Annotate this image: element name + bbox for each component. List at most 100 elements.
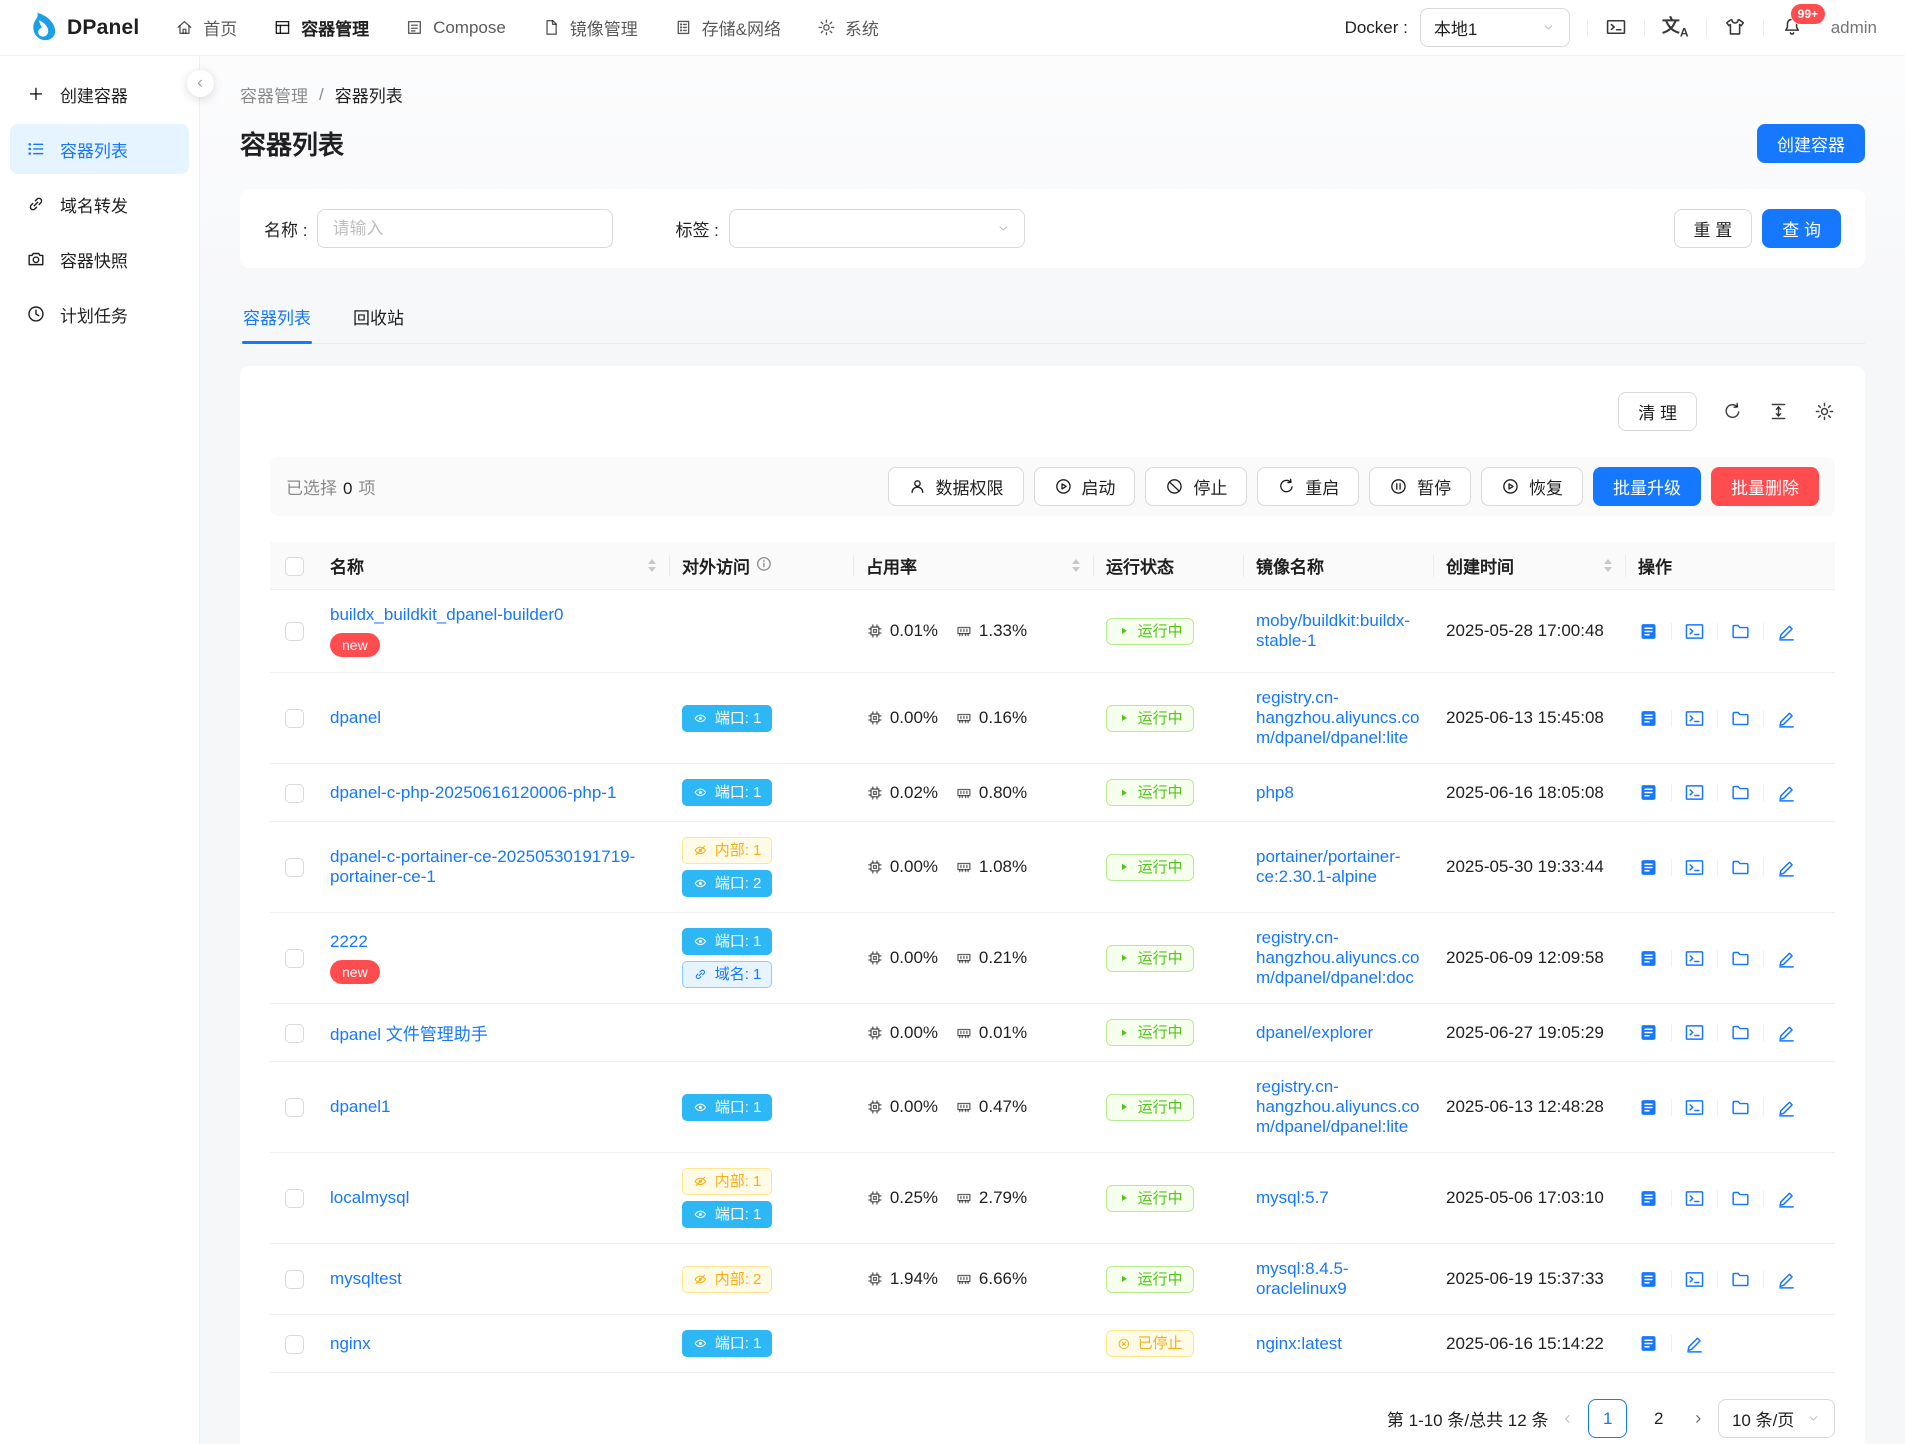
search-button[interactable]: 查 询 — [1762, 209, 1841, 248]
row-detail-icon[interactable] — [1638, 857, 1659, 878]
container-name-link[interactable]: dpanel-c-php-20250616120006-php-1 — [330, 783, 616, 802]
image-name-link[interactable]: nginx:latest — [1256, 1334, 1342, 1353]
image-name-link[interactable]: moby/buildkit:buildx-stable-1 — [1256, 611, 1410, 650]
row-checkbox[interactable] — [285, 709, 304, 728]
row-detail-icon[interactable] — [1638, 1022, 1659, 1043]
row-edit-icon[interactable] — [1776, 1097, 1797, 1118]
sidebar-collapse-button[interactable] — [187, 70, 214, 97]
access-tag-port[interactable]: 端口: 1 — [682, 928, 772, 955]
container-name-link[interactable]: buildx_buildkit_dpanel-builder0 — [330, 605, 563, 624]
access-tag-port[interactable]: 端口: 1 — [682, 1094, 772, 1121]
row-folder-icon[interactable] — [1730, 621, 1751, 642]
row-edit-icon[interactable] — [1776, 1022, 1797, 1043]
next-page-button[interactable] — [1690, 1411, 1706, 1427]
row-terminal-sq-icon[interactable] — [1684, 1188, 1705, 1209]
access-tag-internal[interactable]: 内部: 2 — [682, 1266, 772, 1293]
page-button-2[interactable]: 2 — [1639, 1399, 1678, 1438]
image-name-link[interactable]: registry.cn-hangzhou.aliyuncs.com/dpanel… — [1256, 1077, 1420, 1136]
row-terminal-sq-icon[interactable] — [1684, 621, 1705, 642]
row-folder-icon[interactable] — [1730, 857, 1751, 878]
row-folder-icon[interactable] — [1730, 948, 1751, 969]
row-folder-icon[interactable] — [1730, 782, 1751, 803]
row-detail-icon[interactable] — [1638, 1333, 1659, 1354]
terminal-icon[interactable] — [1605, 16, 1627, 38]
row-terminal-sq-icon[interactable] — [1684, 1022, 1705, 1043]
nav-item-home[interactable]: 首页 — [175, 15, 237, 40]
column-header-usage[interactable]: 占用率 — [854, 542, 1094, 590]
translate-icon[interactable]: 文A — [1662, 17, 1689, 39]
image-name-link[interactable]: mysql:8.4.5-oraclelinux9 — [1256, 1259, 1349, 1298]
column-header-name[interactable]: 名称 — [318, 542, 670, 590]
nav-item-compose[interactable]: Compose — [405, 18, 506, 38]
page-button-1[interactable]: 1 — [1588, 1399, 1627, 1438]
nav-item-system[interactable]: 系统 — [817, 15, 879, 40]
sidebar-item-scheduled-task[interactable]: 计划任务 — [10, 289, 189, 339]
row-folder-icon[interactable] — [1730, 708, 1751, 729]
batch-start-button[interactable]: 启动 — [1034, 467, 1136, 506]
batch-restart-button[interactable]: 重启 — [1257, 467, 1359, 506]
row-detail-icon[interactable] — [1638, 621, 1659, 642]
row-folder-icon[interactable] — [1730, 1022, 1751, 1043]
row-checkbox[interactable] — [285, 949, 304, 968]
select-all-checkbox[interactable] — [285, 557, 304, 576]
clean-button[interactable]: 清 理 — [1618, 392, 1697, 431]
row-edit-icon[interactable] — [1776, 857, 1797, 878]
row-checkbox[interactable] — [285, 1098, 304, 1117]
access-tag-internal[interactable]: 内部: 1 — [682, 837, 772, 864]
filter-tag-select[interactable] — [729, 209, 1025, 248]
row-edit-icon[interactable] — [1776, 782, 1797, 803]
filter-name-input[interactable] — [317, 209, 613, 248]
table-settings-gear-icon[interactable] — [1814, 401, 1835, 422]
container-name-link[interactable]: localmysql — [330, 1188, 409, 1207]
access-tag-port[interactable]: 端口: 2 — [682, 870, 772, 897]
container-name-link[interactable]: dpanel 文件管理助手 — [330, 1025, 488, 1044]
row-detail-icon[interactable] — [1638, 1269, 1659, 1290]
batch-delete-button[interactable]: 批量删除 — [1711, 467, 1819, 506]
row-checkbox[interactable] — [285, 622, 304, 641]
row-folder-icon[interactable] — [1730, 1097, 1751, 1118]
theme-skin-icon[interactable] — [1724, 16, 1746, 38]
batch-stop-button[interactable]: 停止 — [1145, 467, 1247, 506]
container-name-link[interactable]: 2222 — [330, 932, 368, 951]
row-checkbox[interactable] — [285, 858, 304, 877]
sort-carets[interactable] — [646, 558, 658, 573]
row-detail-icon[interactable] — [1638, 782, 1659, 803]
row-edit-icon[interactable] — [1684, 1333, 1705, 1354]
container-name-link[interactable]: mysqltest — [330, 1269, 402, 1288]
container-name-link[interactable]: dpanel — [330, 708, 381, 727]
row-terminal-sq-icon[interactable] — [1684, 948, 1705, 969]
container-name-link[interactable]: dpanel1 — [330, 1097, 391, 1116]
row-terminal-sq-icon[interactable] — [1684, 1097, 1705, 1118]
row-edit-icon[interactable] — [1776, 621, 1797, 642]
create-container-button[interactable]: 创建容器 — [1757, 124, 1865, 163]
row-detail-icon[interactable] — [1638, 1097, 1659, 1118]
row-detail-icon[interactable] — [1638, 1188, 1659, 1209]
row-edit-icon[interactable] — [1776, 708, 1797, 729]
image-name-link[interactable]: registry.cn-hangzhou.aliyuncs.com/dpanel… — [1256, 688, 1420, 747]
row-height-icon[interactable] — [1768, 401, 1789, 422]
breadcrumb-item[interactable]: 容器管理 — [240, 82, 308, 107]
row-edit-icon[interactable] — [1776, 948, 1797, 969]
access-tag-port[interactable]: 端口: 1 — [682, 779, 772, 806]
batch-resume-button[interactable]: 恢复 — [1481, 467, 1583, 506]
container-name-link[interactable]: dpanel-c-portainer-ce-20250530191719-por… — [330, 847, 635, 886]
sidebar-item-container-snapshot[interactable]: 容器快照 — [10, 234, 189, 284]
prev-page-button[interactable] — [1560, 1411, 1576, 1427]
notifications-button[interactable]: 99+ — [1781, 16, 1803, 38]
row-edit-icon[interactable] — [1776, 1188, 1797, 1209]
username[interactable]: admin — [1831, 18, 1877, 38]
column-header-created[interactable]: 创建时间 — [1434, 542, 1626, 590]
sidebar-item-container-list[interactable]: 容器列表 — [10, 124, 189, 174]
tab-recycle-bin[interactable]: 回收站 — [352, 296, 405, 343]
reset-button[interactable]: 重 置 — [1674, 209, 1753, 248]
row-detail-icon[interactable] — [1638, 708, 1659, 729]
image-name-link[interactable]: dpanel/explorer — [1256, 1023, 1373, 1042]
container-name-link[interactable]: nginx — [330, 1334, 371, 1353]
row-edit-icon[interactable] — [1776, 1269, 1797, 1290]
row-terminal-sq-icon[interactable] — [1684, 708, 1705, 729]
access-tag-domain[interactable]: 域名: 1 — [682, 961, 772, 988]
tab-container-list[interactable]: 容器列表 — [242, 296, 312, 343]
image-name-link[interactable]: portainer/portainer-ce:2.30.1-alpine — [1256, 847, 1401, 886]
image-name-link[interactable]: mysql:5.7 — [1256, 1188, 1329, 1207]
row-terminal-sq-icon[interactable] — [1684, 782, 1705, 803]
